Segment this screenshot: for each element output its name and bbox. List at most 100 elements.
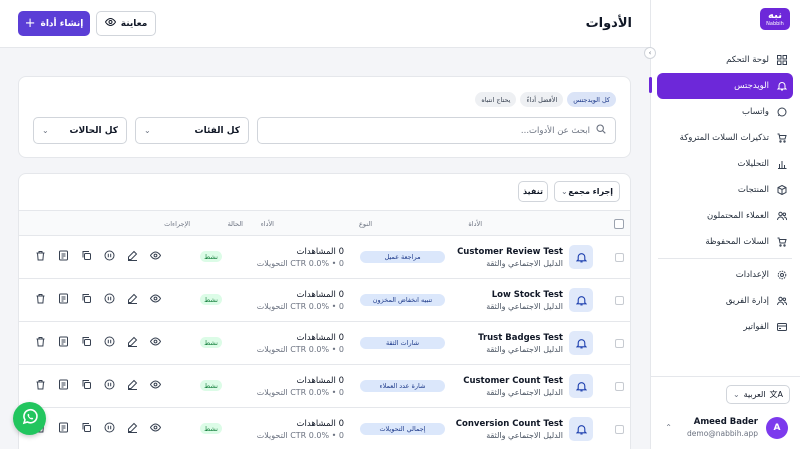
whatsapp-icon — [21, 408, 39, 429]
edit-icon[interactable] — [127, 422, 138, 433]
plus-icon: + — [24, 16, 36, 31]
type-badge: شارة عدد العملاء — [360, 380, 445, 392]
users-icon — [776, 211, 787, 222]
row-checkbox[interactable] — [615, 296, 624, 305]
create-tool-button[interactable]: إنشاء أداة + — [18, 11, 90, 36]
edit-icon[interactable] — [127, 336, 138, 347]
report-icon[interactable] — [58, 293, 69, 304]
whatsapp-float-button[interactable] — [13, 402, 46, 435]
report-icon[interactable] — [58, 379, 69, 390]
tool-name[interactable]: Trust Badges Test — [478, 333, 563, 343]
pause-icon[interactable] — [104, 379, 115, 390]
sidebar-item-analytics[interactable]: التحليلات — [657, 151, 793, 177]
bulk-action-select[interactable]: إجراء مجمع ⌄ — [554, 181, 620, 202]
pause-icon[interactable] — [104, 422, 115, 433]
sidebar-item-products[interactable]: المنتجات — [657, 177, 793, 203]
report-icon[interactable] — [58, 422, 69, 433]
collapse-sidebar-button[interactable]: › — [644, 47, 656, 59]
pause-icon[interactable] — [104, 336, 115, 347]
report-icon[interactable] — [58, 250, 69, 261]
copy-icon[interactable] — [81, 293, 92, 304]
row-actions — [35, 336, 161, 347]
row-checkbox[interactable] — [615, 382, 624, 391]
status-badge: نشط — [200, 251, 222, 262]
eye-icon[interactable] — [150, 379, 161, 390]
edit-icon[interactable] — [127, 250, 138, 261]
preview-button[interactable]: معاينة — [96, 11, 156, 36]
eye-icon[interactable] — [150, 293, 161, 304]
sidebar-item-abandoned-carts[interactable]: تذكيرات السلات المتروكة — [657, 125, 793, 151]
row-checkbox[interactable] — [615, 339, 624, 348]
chevron-down-icon: ⌄ — [733, 390, 740, 399]
grid-icon — [776, 55, 787, 66]
tool-name[interactable]: Customer Review Test — [457, 247, 563, 257]
trash-icon[interactable] — [35, 293, 46, 304]
status-badge: نشط — [200, 337, 222, 348]
pause-icon[interactable] — [104, 250, 115, 261]
avatar[interactable]: A — [766, 417, 788, 439]
chip-top-performing[interactable]: الأفضل أداءً — [520, 92, 564, 107]
edit-icon[interactable] — [127, 293, 138, 304]
report-icon[interactable] — [58, 336, 69, 347]
sidebar-item-invoices[interactable]: الفواتير — [657, 314, 793, 340]
status-select[interactable]: كل الحالات ⌄ — [33, 117, 127, 144]
sidebar-item-label: الإعدادات — [735, 270, 769, 280]
chip-all-widgets[interactable]: كل الويدجتس — [567, 92, 616, 107]
row-checkbox[interactable] — [615, 253, 624, 262]
logo-arabic: نبه — [768, 10, 782, 21]
col-performance: الأداء — [260, 220, 274, 228]
filters-card: كل الويدجتس الأفضل أداءً يحتاج انتباه اب… — [18, 76, 631, 158]
brand-logo[interactable]: نبه Nabbih — [760, 8, 790, 30]
pause-icon[interactable] — [104, 293, 115, 304]
language-select[interactable]: 文A العربية ⌄ — [726, 385, 790, 404]
row-checkbox[interactable] — [615, 425, 624, 434]
translate-icon: 文A — [769, 390, 783, 399]
sidebar-item-label: لوحة التحكم — [726, 55, 769, 65]
user-info[interactable]: Ameed Bader demo@nabbih.app — [687, 417, 758, 438]
ctr-conversions: CTR 0.0% • 0 التحويلات — [256, 431, 344, 440]
trash-icon[interactable] — [35, 336, 46, 347]
copy-icon[interactable] — [81, 336, 92, 347]
copy-icon[interactable] — [81, 379, 92, 390]
sidebar-item-saved-carts[interactable]: السلات المحفوظة — [657, 229, 793, 255]
search-input[interactable]: ابحث عن الأدوات... — [257, 117, 616, 144]
views-count: 0 المشاهدات — [296, 247, 344, 257]
trash-icon[interactable] — [35, 250, 46, 261]
copy-icon[interactable] — [81, 422, 92, 433]
sidebar-item-dashboard[interactable]: لوحة التحكم — [657, 47, 793, 73]
team-icon — [776, 296, 787, 307]
eye-icon[interactable] — [150, 250, 161, 261]
tool-name[interactable]: Conversion Count Test — [456, 419, 563, 429]
eye-icon[interactable] — [150, 336, 161, 347]
tool-name[interactable]: Customer Count Test — [463, 376, 563, 386]
chip-needs-attention[interactable]: يحتاج انتباه — [475, 92, 517, 107]
copy-icon[interactable] — [81, 250, 92, 261]
col-tool: الأداة — [468, 220, 482, 228]
ctr-conversions: CTR 0.0% • 0 التحويلات — [256, 388, 344, 397]
language-label: العربية — [743, 390, 766, 399]
eye-icon[interactable] — [150, 422, 161, 433]
edit-icon[interactable] — [127, 379, 138, 390]
sidebar-item-label: المنتجات — [737, 185, 769, 195]
row-actions — [35, 250, 161, 261]
tool-category: الدليل الاجتماعي والثقة — [486, 431, 563, 440]
views-count: 0 المشاهدات — [296, 290, 344, 300]
filter-chips: كل الويدجتس الأفضل أداءً يحتاج انتباه — [475, 92, 616, 107]
tool-name[interactable]: Low Stock Test — [492, 290, 563, 300]
sidebar-item-settings[interactable]: الإعدادات — [657, 262, 793, 288]
execute-button[interactable]: تنفيذ — [518, 181, 548, 202]
sidebar-item-leads[interactable]: العملاء المحتملون — [657, 203, 793, 229]
trash-icon[interactable] — [35, 379, 46, 390]
user-email: demo@nabbih.app — [687, 429, 758, 438]
invoice-icon — [776, 322, 787, 333]
select-all-checkbox[interactable] — [614, 219, 624, 229]
table-row: Low Stock Test الدليل الاجتماعي والثقة ت… — [19, 279, 630, 322]
sidebar-item-team[interactable]: إدارة الفريق — [657, 288, 793, 314]
sidebar-item-widgets[interactable]: الويدجتس — [657, 73, 793, 99]
sidebar-item-whatsapp[interactable]: واتساب — [657, 99, 793, 125]
views-count: 0 المشاهدات — [296, 376, 344, 386]
chevron-up-icon[interactable]: ⌃ — [665, 423, 672, 432]
sidebar-item-label: الويدجتس — [734, 81, 769, 91]
whatsapp-icon — [776, 107, 787, 118]
category-select[interactable]: كل الفئات ⌄ — [135, 117, 249, 144]
